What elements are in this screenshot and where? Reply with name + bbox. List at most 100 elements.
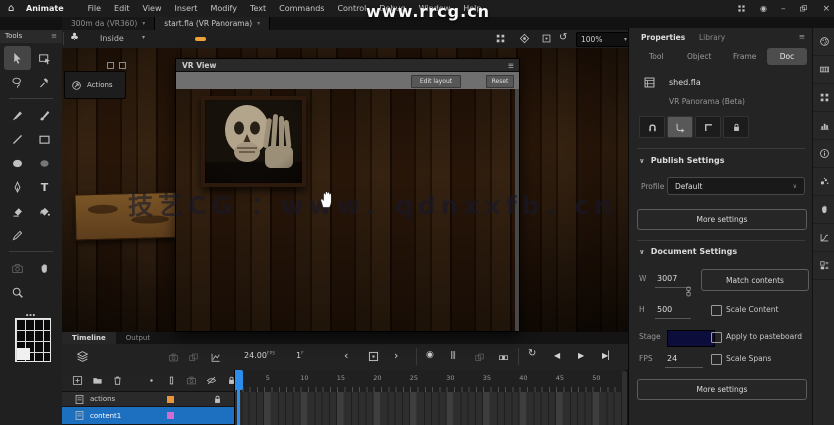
subselection-tool[interactable]	[31, 46, 58, 70]
frame-span-icon[interactable]	[498, 352, 509, 363]
document-name[interactable]: shed.fla	[669, 78, 701, 87]
tab-menu-icon[interactable]: ▾	[142, 17, 145, 30]
panel-menu-icon[interactable]: ≡	[51, 30, 57, 43]
panel-menu-icon[interactable]: ≡	[799, 32, 805, 41]
loop-icon[interactable]: ↻	[528, 348, 536, 359]
text-tool[interactable]: T	[31, 175, 58, 199]
scene-icon[interactable]: ♣	[70, 32, 79, 43]
dock-icon[interactable]	[119, 62, 126, 69]
frame-chart-icon[interactable]	[210, 352, 221, 363]
frames-row-actions[interactable]	[235, 392, 625, 407]
info-panel-icon[interactable]	[813, 140, 834, 168]
center-stage-icon[interactable]	[541, 33, 552, 44]
onion-skin-icon[interactable]: ◉	[426, 350, 434, 360]
menu-insert[interactable]: Insert	[175, 4, 198, 13]
color-panel-icon[interactable]	[813, 28, 834, 56]
playhead[interactable]	[235, 370, 243, 390]
center-frame-icon[interactable]	[367, 350, 380, 363]
menu-edit[interactable]: Edit	[114, 4, 130, 13]
lasso-tool[interactable]	[4, 70, 31, 94]
layer-lock-icon[interactable]	[212, 394, 223, 405]
height-value[interactable]: 500	[657, 305, 672, 314]
eraser-tool[interactable]	[4, 199, 31, 223]
camera-tool[interactable]	[4, 256, 31, 280]
selection-tool[interactable]	[4, 46, 31, 70]
restore-icon[interactable]	[799, 4, 808, 13]
add-layer-icon[interactable]	[72, 375, 83, 386]
timeline-tab-timeline[interactable]: Timeline	[62, 332, 116, 344]
new-folder-icon[interactable]	[92, 375, 103, 386]
play-icon[interactable]: ▶	[578, 351, 584, 360]
outline-dot-icon[interactable]	[146, 375, 157, 386]
apply-pasteboard-checkbox[interactable]	[711, 332, 722, 343]
timeline-scrollbar[interactable]	[622, 371, 627, 425]
components-panel-icon[interactable]	[813, 252, 834, 280]
profile-dropdown[interactable]: Default ∨	[667, 177, 805, 195]
onion-outlines-icon[interactable]: |||	[450, 350, 456, 359]
highlight-column-icon[interactable]	[166, 375, 177, 386]
document-tab[interactable]: 300m da (VR360) ▾	[62, 17, 156, 30]
layer-row-actions[interactable]: actions	[62, 392, 237, 407]
camera-icon[interactable]	[168, 352, 179, 363]
layer-color-swatch[interactable]	[167, 412, 174, 419]
swatches-panel-icon[interactable]	[813, 56, 834, 84]
subtab-object[interactable]: Object	[687, 52, 711, 61]
step-back-icon[interactable]: ‹	[344, 349, 348, 362]
hide-column-icon[interactable]	[206, 375, 217, 386]
collapse-icon[interactable]	[107, 62, 114, 69]
chevron-down-icon[interactable]: ▾	[142, 34, 145, 41]
home-icon[interactable]: ⌂	[8, 3, 14, 14]
tab-properties[interactable]: Properties	[641, 33, 685, 42]
motion-presets-panel-icon[interactable]	[813, 224, 834, 252]
camera-column-icon[interactable]	[186, 375, 197, 386]
document-more-settings-button[interactable]: More settings	[637, 379, 807, 400]
edit-multiple-frames-icon[interactable]	[474, 352, 485, 363]
scale-content-checkbox[interactable]	[711, 305, 722, 316]
record-icon[interactable]: ◉	[760, 4, 767, 13]
brush-library-panel-icon[interactable]	[813, 168, 834, 196]
document-tab[interactable]: start.fla (VR Panorama) ▾	[155, 17, 271, 30]
vr-view-titlebar[interactable]: VR View ≡	[176, 59, 519, 72]
layer-name[interactable]: actions	[90, 395, 115, 403]
menu-control[interactable]: Control	[337, 4, 366, 13]
grid-snap-icon[interactable]	[495, 33, 506, 44]
rotate-view-icon[interactable]: ↺	[559, 32, 567, 43]
align-panel-icon[interactable]	[813, 84, 834, 112]
subtab-doc[interactable]: Doc	[767, 48, 807, 65]
minimize-icon[interactable]: –	[781, 4, 786, 14]
width-value[interactable]: 3007	[657, 274, 677, 283]
oval-tool[interactable]	[4, 151, 31, 175]
oval-gradient-tool[interactable]	[31, 151, 58, 175]
pen-tool[interactable]	[4, 175, 31, 199]
prev-frame-icon[interactable]: ◀	[554, 351, 560, 360]
paint-bucket-tool[interactable]	[31, 199, 58, 223]
match-contents-button[interactable]: Match contents	[701, 269, 809, 291]
paint-brush-tool[interactable]	[31, 103, 58, 127]
document-settings-header[interactable]: ∨ Document Settings	[639, 247, 737, 256]
layer-name[interactable]: content1	[90, 412, 121, 420]
publish-more-settings-button[interactable]: More settings	[637, 209, 807, 230]
panel-menu-icon[interactable]: ≡	[508, 59, 514, 72]
menu-commands[interactable]: Commands	[279, 4, 324, 13]
close-icon[interactable]: ×	[822, 4, 830, 14]
layer-row-content1[interactable]: content1	[62, 407, 237, 425]
line-tool[interactable]	[4, 127, 31, 151]
frame-ruler[interactable]: 5 10 15 20 25 30 35 40 45 50	[235, 370, 625, 393]
multiframe-icon[interactable]	[188, 352, 199, 363]
layers-icon[interactable]	[76, 350, 89, 363]
workspace-icon[interactable]	[737, 4, 746, 13]
rectangle-tool[interactable]	[31, 127, 58, 151]
frames-area[interactable]: 5 10 15 20 25 30 35 40 45 50	[234, 370, 625, 425]
edit-scene-name[interactable]: Inside	[100, 34, 124, 43]
subtab-frame[interactable]: Frame	[733, 52, 756, 61]
transform-panel-icon[interactable]	[813, 112, 834, 140]
tab-library[interactable]: Library	[699, 33, 725, 42]
next-frame-icon[interactable]: ▶▏	[602, 351, 614, 360]
history-panel-icon[interactable]	[813, 196, 834, 224]
vr-reset-button[interactable]: Reset	[486, 75, 514, 88]
snap-align-icon[interactable]	[667, 116, 693, 138]
transparency-grid-swatch[interactable]	[15, 318, 51, 362]
menu-view[interactable]: View	[143, 4, 162, 13]
pencil-tool[interactable]	[4, 223, 31, 247]
fluid-brush-tool[interactable]	[31, 70, 58, 94]
